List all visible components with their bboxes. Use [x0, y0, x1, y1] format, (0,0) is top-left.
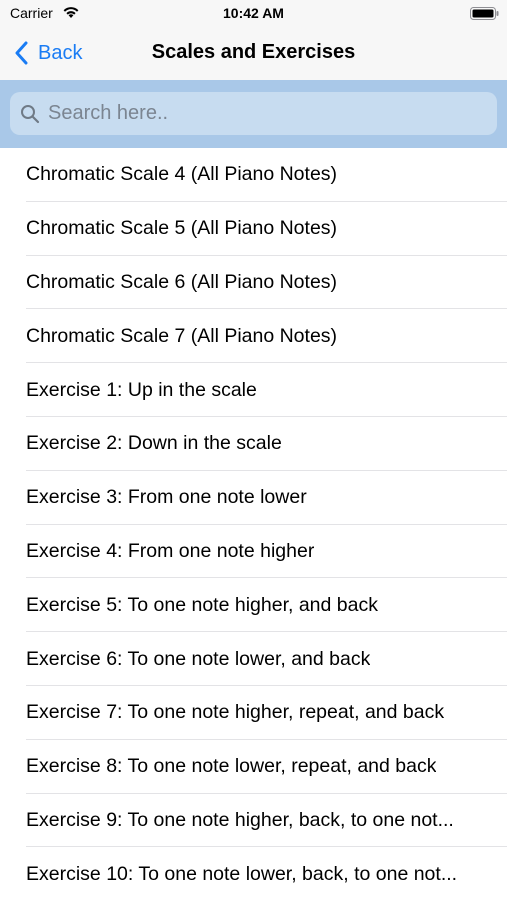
list-item-label: Exercise 10: To one note lower, back, to… — [26, 862, 458, 885]
list-item[interactable]: Exercise 2: Down in the scale — [0, 417, 507, 471]
list-item-label: Chromatic Scale 7 (All Piano Notes) — [26, 324, 338, 347]
list-item-label: Exercise 1: Up in the scale — [26, 378, 257, 401]
search-field[interactable] — [10, 92, 497, 135]
search-bar — [0, 80, 507, 148]
navigation-bar: Back Scales and Exercises — [0, 28, 507, 80]
list-item-label: Exercise 6: To one note lower, and back — [26, 647, 371, 670]
list-item-label: Exercise 9: To one note higher, back, to… — [26, 808, 454, 831]
screen: Carrier 10:42 AM Back Scales and Exercis… — [0, 0, 507, 900]
search-input[interactable] — [48, 102, 478, 125]
list-item-label: Chromatic Scale 5 (All Piano Notes) — [26, 217, 338, 240]
list-item[interactable]: Exercise 6: To one note lower, and back — [0, 632, 507, 686]
status-time: 10:42 AM — [223, 5, 284, 21]
list-item-label: Chromatic Scale 6 (All Piano Notes) — [26, 270, 338, 293]
list-item[interactable]: Chromatic Scale 7 (All Piano Notes) — [0, 309, 507, 363]
list-item[interactable]: Exercise 1: Up in the scale — [0, 363, 507, 417]
list-item[interactable]: Exercise 8: To one note lower, repeat, a… — [0, 740, 507, 794]
list-item[interactable]: Exercise 10: To one note lower, back, to… — [0, 847, 507, 900]
list-item-label: Exercise 7: To one note higher, repeat, … — [26, 701, 445, 724]
list-item-label: Exercise 8: To one note lower, repeat, a… — [26, 755, 437, 778]
list-item-label: Exercise 4: From one note higher — [26, 539, 315, 562]
list-item-label: Exercise 3: From one note lower — [26, 486, 307, 509]
list-item[interactable]: Exercise 9: To one note higher, back, to… — [0, 794, 507, 848]
list-item-label: Exercise 2: Down in the scale — [26, 432, 282, 455]
list-item[interactable]: Exercise 7: To one note higher, repeat, … — [0, 686, 507, 740]
list-item[interactable]: Exercise 3: From one note lower — [0, 471, 507, 525]
list-item[interactable]: Chromatic Scale 5 (All Piano Notes) — [0, 202, 507, 256]
page-title: Scales and Exercises — [151, 41, 356, 63]
list-item[interactable]: Chromatic Scale 4 (All Piano Notes) — [0, 148, 507, 202]
search-icon — [21, 104, 40, 123]
list-item[interactable]: Exercise 5: To one note higher, and back — [0, 578, 507, 632]
scales-exercises-list: Chromatic Scale 4 (All Piano Notes) Chro… — [0, 148, 507, 900]
status-bar: Carrier 10:42 AM — [0, 0, 507, 28]
list-item[interactable]: Chromatic Scale 6 (All Piano Notes) — [0, 256, 507, 310]
list-item[interactable]: Exercise 4: From one note higher — [0, 525, 507, 579]
list-item-label: Chromatic Scale 4 (All Piano Notes) — [26, 163, 338, 186]
battery-icon — [470, 7, 499, 20]
list-item-label: Exercise 5: To one note higher, and back — [26, 593, 378, 616]
